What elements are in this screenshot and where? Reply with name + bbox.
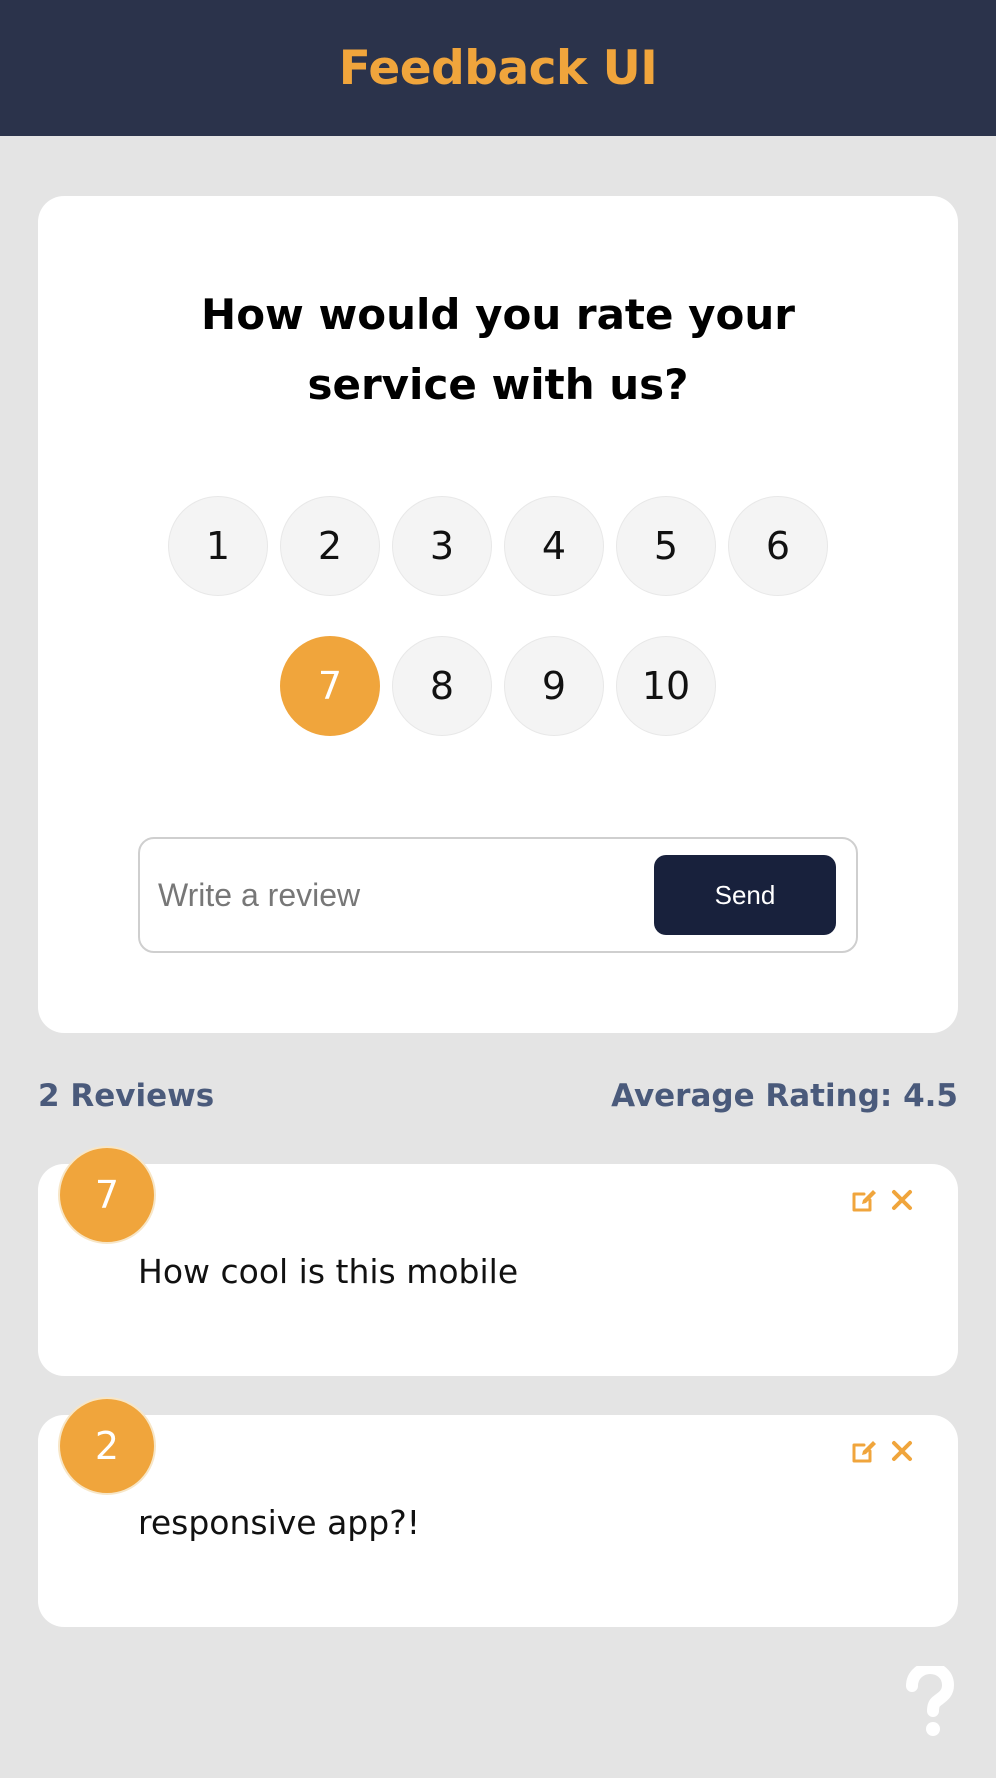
review-text: How cool is this mobile xyxy=(138,1252,519,1291)
send-button[interactable]: Send xyxy=(654,855,836,935)
edit-icon[interactable] xyxy=(848,1435,880,1467)
edit-icon[interactable] xyxy=(848,1184,880,1216)
close-icon[interactable] xyxy=(886,1435,918,1467)
review-form: Send xyxy=(138,837,858,953)
review-count: 2 Reviews xyxy=(38,1078,215,1114)
rating-option-3[interactable]: 3 xyxy=(392,496,492,596)
rating-option-8[interactable]: 8 xyxy=(392,636,492,736)
rating-option-9[interactable]: 9 xyxy=(504,636,604,736)
rating-option-6[interactable]: 6 xyxy=(728,496,828,596)
rating-option-1[interactable]: 1 xyxy=(168,496,268,596)
rating-option-4[interactable]: 4 xyxy=(504,496,604,596)
rating-card: How would you rate your service with us?… xyxy=(38,196,958,1033)
rating-question: How would you rate your service with us? xyxy=(38,280,958,420)
review-text: responsive app?! xyxy=(138,1503,420,1542)
review-rating-badge: 7 xyxy=(58,1146,156,1244)
average-rating: Average Rating: 4.5 xyxy=(611,1078,958,1114)
rating-option-2[interactable]: 2 xyxy=(280,496,380,596)
question-line-2: service with us? xyxy=(307,360,689,409)
rating-option-5[interactable]: 5 xyxy=(616,496,716,596)
app-title: Feedback UI xyxy=(338,40,658,96)
review-item: 2 responsive app?! xyxy=(38,1397,958,1627)
review-rating-badge: 2 xyxy=(58,1397,156,1495)
app-header: Feedback UI xyxy=(0,0,996,136)
review-item: 7 How cool is this mobile xyxy=(38,1146,958,1376)
rating-option-10[interactable]: 10 xyxy=(616,636,716,736)
question-line-1: How would you rate your xyxy=(201,290,795,339)
close-icon[interactable] xyxy=(886,1184,918,1216)
question-icon[interactable] xyxy=(904,1661,956,1738)
rating-option-7[interactable]: 7 xyxy=(280,636,380,736)
review-input[interactable] xyxy=(158,859,648,931)
